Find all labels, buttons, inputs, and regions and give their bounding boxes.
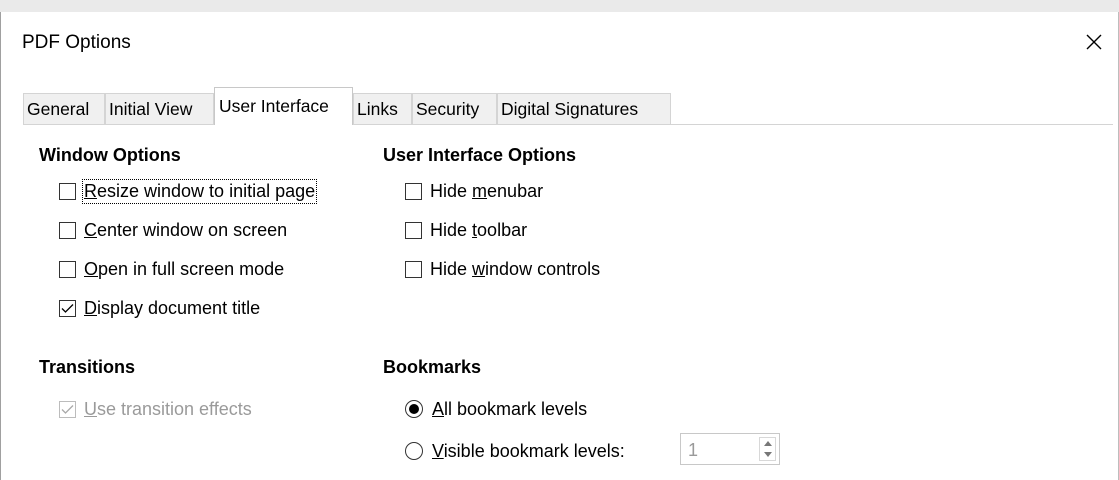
hide-window-controls-label: Hide window controls [430, 258, 601, 279]
visible-bookmark-levels-option[interactable]: Visible bookmark levels: [405, 438, 625, 464]
bookmarks-title: Bookmarks [383, 357, 482, 377]
hide-toolbar-option[interactable]: Hide toolbar [405, 217, 527, 243]
background-strip [0, 0, 1119, 12]
use-transition-checkbox[interactable] [59, 400, 76, 418]
dialog-title: PDF Options [22, 32, 131, 53]
tab-security[interactable]: Security [412, 93, 497, 124]
use-transition-label: Use transition effects [84, 398, 252, 419]
tab-general[interactable]: General [23, 93, 105, 124]
visible-bookmark-levels-label: Visible bookmark levels: [432, 440, 625, 461]
close-button[interactable] [1070, 20, 1118, 64]
resize-window-option[interactable]: Resize window to initial page [59, 178, 318, 204]
pdf-options-dialog: PDF Options General Initial View User In… [0, 12, 1119, 480]
triangle-up-icon [763, 441, 772, 446]
close-icon [1086, 34, 1102, 50]
center-window-label: Center window on screen [84, 219, 288, 240]
all-bookmark-levels-label: All bookmark levels [432, 398, 588, 419]
hide-menubar-checkbox[interactable] [405, 182, 422, 200]
hide-window-controls-option[interactable]: Hide window controls [405, 256, 600, 282]
hide-toolbar-checkbox[interactable] [405, 221, 422, 239]
tab-initial-view[interactable]: Initial View [105, 93, 214, 124]
hide-menubar-option[interactable]: Hide menubar [405, 178, 543, 204]
full-screen-checkbox[interactable] [59, 260, 76, 278]
display-title-option[interactable]: Display document title [59, 295, 260, 321]
hide-menubar-label: Hide menubar [430, 180, 544, 201]
ui-options-title: User Interface Options [383, 145, 577, 165]
center-window-checkbox[interactable] [59, 221, 76, 239]
center-window-option[interactable]: Center window on screen [59, 217, 287, 243]
display-title-label: Display document title [84, 297, 261, 318]
visible-bookmark-levels-radio[interactable] [405, 442, 423, 460]
title-bar: PDF Options [1, 12, 1118, 74]
resize-window-label: Resize window to initial page [81, 178, 318, 204]
hide-window-controls-checkbox[interactable] [405, 260, 422, 278]
all-bookmark-levels-radio[interactable] [405, 400, 423, 418]
full-screen-option[interactable]: Open in full screen mode [59, 256, 284, 282]
user-interface-panel: Window Options Resize window to initial … [23, 125, 1113, 480]
display-title-checkbox[interactable] [59, 299, 76, 317]
all-bookmark-levels-option[interactable]: All bookmark levels [405, 396, 587, 422]
window-options-title: Window Options [39, 145, 181, 165]
transitions-title: Transitions [39, 357, 136, 377]
tab-digital-signatures[interactable]: Digital Signatures [497, 93, 671, 124]
spin-down-button[interactable] [760, 449, 775, 460]
tab-user-interface[interactable]: User Interface [214, 87, 353, 125]
hide-toolbar-label: Hide toolbar [430, 219, 528, 240]
spin-up-button[interactable] [760, 438, 775, 449]
use-transition-option[interactable]: Use transition effects [59, 396, 252, 422]
full-screen-label: Open in full screen mode [84, 258, 285, 279]
checkmark-icon [61, 404, 74, 414]
bookmark-levels-value: 1 [688, 440, 699, 460]
resize-window-checkbox[interactable] [59, 182, 76, 200]
tab-bar: General Initial View User Interface Link… [23, 85, 1113, 125]
radio-selected-dot [409, 404, 419, 414]
spin-buttons [759, 437, 776, 461]
checkmark-icon [61, 303, 74, 313]
bookmark-levels-spinbox[interactable]: 1 [680, 433, 780, 465]
tab-links[interactable]: Links [353, 93, 412, 124]
triangle-down-icon [763, 452, 772, 457]
